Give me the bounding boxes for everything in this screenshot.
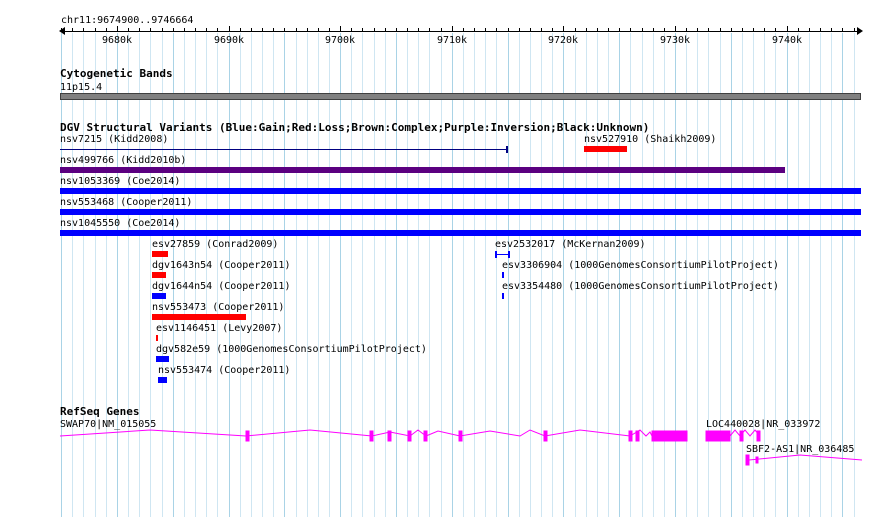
exon	[745, 454, 750, 466]
exon	[543, 430, 548, 442]
exon	[635, 430, 640, 442]
exon	[423, 430, 428, 442]
exon	[387, 430, 392, 442]
gene-swap70	[59, 429, 688, 442]
exon	[739, 430, 744, 442]
exon	[245, 430, 250, 442]
exon	[705, 430, 731, 442]
exon	[628, 430, 633, 442]
exon	[407, 430, 412, 442]
exon	[369, 430, 374, 442]
refseq-gene-models[interactable]	[0, 0, 890, 517]
gene-sbf2-as1	[745, 454, 863, 466]
exon	[756, 430, 761, 442]
genome-browser-panel[interactable]: chr11:9674900..9746664 9680k 9690k 9700k 97…	[0, 0, 890, 517]
exon	[458, 430, 463, 442]
gene-loc440028	[705, 429, 761, 442]
exon	[755, 456, 759, 464]
exon	[651, 430, 688, 442]
